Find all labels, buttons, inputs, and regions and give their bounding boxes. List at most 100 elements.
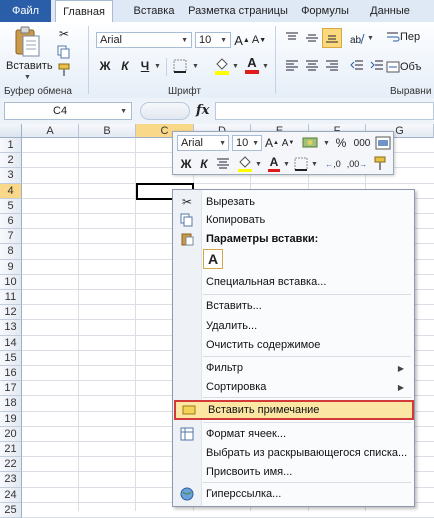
italic-button[interactable]: К bbox=[118, 58, 132, 74]
tab-insert[interactable]: Вставка bbox=[124, 0, 184, 22]
row-header-9[interactable]: 9 bbox=[0, 259, 22, 275]
row-header-18[interactable]: 18 bbox=[0, 396, 22, 412]
menu-item-sort[interactable]: Сортировка ▶ bbox=[173, 377, 414, 397]
menu-item-copy[interactable]: Копировать bbox=[173, 210, 414, 230]
mini-accounting-format-button[interactable] bbox=[301, 134, 321, 152]
mini-increase-decimal-button[interactable]: ← ,0 bbox=[323, 156, 343, 172]
chevron-down-icon[interactable]: ▼ bbox=[283, 161, 290, 168]
chevron-down-icon[interactable]: ▼ bbox=[262, 63, 269, 70]
font-name-combo[interactable]: Arial ▼ bbox=[96, 32, 192, 48]
align-center-button[interactable] bbox=[303, 58, 321, 74]
row-header-14[interactable]: 14 bbox=[0, 335, 22, 351]
row-header-19[interactable]: 19 bbox=[0, 411, 22, 427]
mini-italic-button[interactable]: К bbox=[197, 156, 211, 172]
row-header-4[interactable]: 4 bbox=[0, 183, 22, 199]
row-header-23[interactable]: 23 bbox=[0, 472, 22, 488]
column-header-a[interactable]: A bbox=[22, 124, 79, 138]
row-header-10[interactable]: 10 bbox=[0, 274, 22, 290]
align-top-button[interactable] bbox=[283, 30, 301, 46]
row-header-22[interactable]: 22 bbox=[0, 457, 22, 473]
row-header-17[interactable]: 17 bbox=[0, 381, 22, 397]
font-size-combo[interactable]: 10 ▼ bbox=[195, 32, 231, 48]
mini-font-name-combo[interactable]: Arial ▼ bbox=[177, 135, 229, 151]
row-header-21[interactable]: 21 bbox=[0, 442, 22, 458]
paste-button[interactable]: Вставить ▼ bbox=[4, 24, 53, 82]
tab-home[interactable]: Главная bbox=[55, 0, 113, 23]
align-bottom-button[interactable] bbox=[322, 28, 342, 48]
grow-font-button[interactable]: A ▲ bbox=[234, 32, 250, 48]
mini-font-size-combo[interactable]: 10 ▼ bbox=[232, 135, 262, 151]
chevron-down-icon[interactable]: ▼ bbox=[154, 63, 161, 70]
row-header-24[interactable]: 24 bbox=[0, 487, 22, 503]
row-header-16[interactable]: 16 bbox=[0, 366, 22, 382]
row-header-5[interactable]: 5 bbox=[0, 198, 22, 214]
mini-grow-font-button[interactable]: A ▲ bbox=[265, 135, 279, 151]
menu-item-insert-comment[interactable]: Вставить примечание bbox=[174, 400, 414, 420]
shrink-font-button[interactable]: A ▼ bbox=[252, 32, 266, 48]
tab-file[interactable]: Файл bbox=[0, 0, 51, 22]
mini-fill-color-button[interactable] bbox=[237, 154, 253, 174]
align-right-button[interactable] bbox=[323, 58, 341, 74]
mini-shrink-font-button[interactable]: A ▼ bbox=[281, 135, 295, 151]
align-left-button[interactable] bbox=[283, 58, 301, 74]
menu-item-define-name[interactable]: Присвоить имя... bbox=[173, 462, 414, 482]
mini-bold-button[interactable]: Ж bbox=[179, 156, 193, 172]
bold-button[interactable]: Ж bbox=[98, 58, 112, 74]
paste-keep-source-button[interactable]: A bbox=[203, 249, 223, 269]
increase-indent-button[interactable] bbox=[368, 58, 386, 74]
chevron-down-icon[interactable]: ▼ bbox=[367, 35, 374, 42]
tab-data[interactable]: Данные bbox=[362, 0, 418, 22]
tab-formulas[interactable]: Формулы bbox=[294, 0, 356, 22]
row-header-20[interactable]: 20 bbox=[0, 426, 22, 442]
row-header-25[interactable]: 25 bbox=[0, 502, 22, 518]
menu-item-cut[interactable]: ✂ Вырезать bbox=[173, 192, 414, 212]
formula-input[interactable] bbox=[215, 102, 434, 120]
row-header-7[interactable]: 7 bbox=[0, 229, 22, 245]
menu-item-format-cells[interactable]: Формат ячеек... bbox=[173, 424, 414, 444]
align-middle-button[interactable] bbox=[303, 30, 321, 46]
chevron-down-icon[interactable]: ▼ bbox=[192, 63, 199, 70]
mini-merge-button[interactable] bbox=[374, 134, 392, 152]
mini-percent-button[interactable]: % bbox=[333, 135, 349, 151]
borders-button[interactable] bbox=[172, 58, 188, 74]
format-painter-icon[interactable] bbox=[56, 62, 72, 78]
chevron-down-icon[interactable]: ▼ bbox=[323, 140, 330, 147]
merge-center-button[interactable]: Объ bbox=[386, 58, 434, 76]
menu-item-hyperlink[interactable]: Гиперссылка... bbox=[173, 484, 414, 504]
mini-format-painter-button[interactable] bbox=[372, 155, 388, 173]
copy-icon[interactable] bbox=[56, 44, 72, 60]
name-box[interactable]: C4 ▼ bbox=[4, 102, 132, 120]
fill-color-button[interactable] bbox=[214, 56, 230, 76]
underline-button[interactable]: Ч bbox=[138, 58, 152, 74]
menu-item-insert[interactable]: Вставить... bbox=[173, 296, 414, 316]
font-color-button[interactable]: A bbox=[244, 54, 260, 76]
menu-item-paste-special[interactable]: Специальная вставка... bbox=[173, 272, 414, 292]
menu-item-delete[interactable]: Удалить... bbox=[173, 316, 414, 336]
chevron-down-icon[interactable]: ▼ bbox=[311, 161, 318, 168]
row-header-3[interactable]: 3 bbox=[0, 168, 22, 184]
formula-bar-divider-handle[interactable] bbox=[140, 102, 190, 120]
menu-item-pick-from-list[interactable]: Выбрать из раскрывающегося списка... bbox=[173, 443, 414, 463]
row-header-12[interactable]: 12 bbox=[0, 305, 22, 321]
insert-function-button[interactable]: fx bbox=[196, 103, 209, 118]
row-header-2[interactable]: 2 bbox=[0, 153, 22, 169]
select-all-corner[interactable] bbox=[0, 124, 22, 138]
orientation-button[interactable]: ab bbox=[348, 30, 366, 46]
row-header-11[interactable]: 11 bbox=[0, 290, 22, 306]
column-header-b[interactable]: B bbox=[79, 124, 136, 138]
chevron-down-icon[interactable]: ▼ bbox=[232, 63, 239, 70]
mini-decrease-decimal-button[interactable]: ,00 → bbox=[346, 156, 368, 172]
mini-borders-button[interactable] bbox=[293, 156, 309, 172]
row-header-8[interactable]: 8 bbox=[0, 244, 22, 260]
mini-font-color-button[interactable]: A bbox=[267, 154, 281, 174]
menu-item-clear-contents[interactable]: Очистить содержимое bbox=[173, 335, 414, 355]
mini-thousands-button[interactable]: 000 bbox=[352, 135, 372, 151]
tab-page-layout[interactable]: Разметка страницы bbox=[186, 0, 290, 22]
menu-item-filter[interactable]: Фильтр ▶ bbox=[173, 358, 414, 378]
wrap-text-button[interactable]: Пер bbox=[386, 28, 434, 46]
chevron-down-icon[interactable]: ▼ bbox=[255, 161, 262, 168]
mini-align-center-button[interactable] bbox=[215, 156, 231, 172]
row-header-15[interactable]: 15 bbox=[0, 350, 22, 366]
row-header-6[interactable]: 6 bbox=[0, 214, 22, 230]
row-header-13[interactable]: 13 bbox=[0, 320, 22, 336]
